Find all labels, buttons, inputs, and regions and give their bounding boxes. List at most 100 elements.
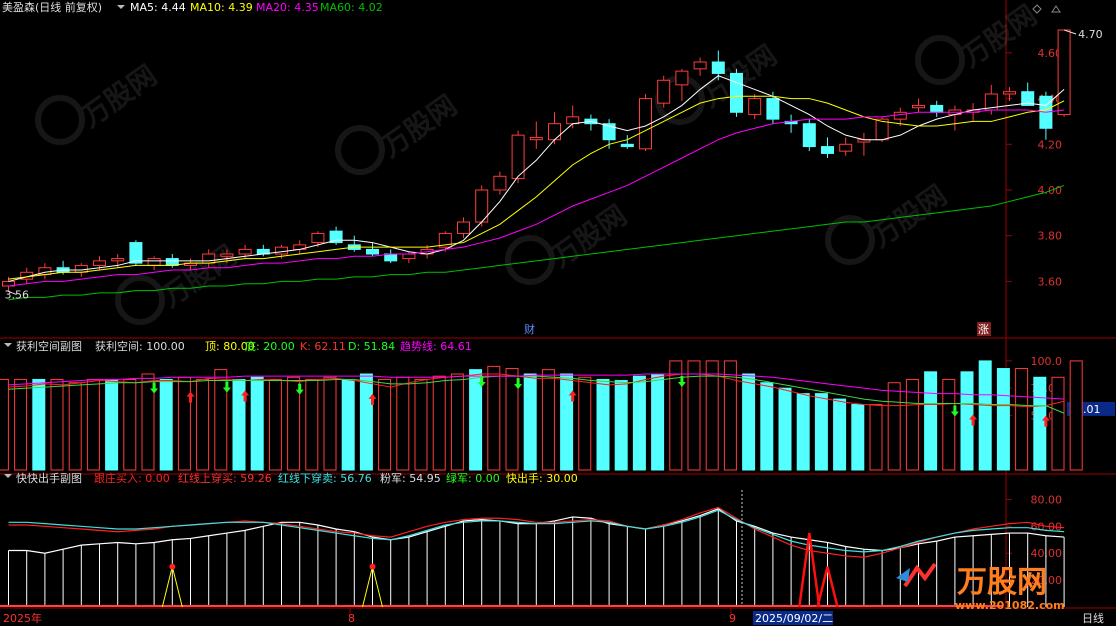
profit-space-bar[interactable] [869,404,883,471]
profit-space-bar[interactable] [469,369,483,471]
profit-space-bar[interactable] [614,380,628,471]
profit-space-bar[interactable] [578,376,592,471]
profit-space-bar[interactable] [814,393,828,471]
profit-space-bar[interactable] [32,378,46,471]
profit-space-bar[interactable] [1033,376,1047,471]
profit-space-bar[interactable] [833,398,847,471]
candle[interactable] [748,94,762,120]
candle-body [238,248,252,255]
candle[interactable] [347,235,361,252]
candle[interactable] [147,256,161,270]
candle-body [821,146,834,154]
candle[interactable] [475,185,489,227]
price-tick-label: 4.20 [1038,138,1063,151]
candle[interactable] [784,114,798,133]
candle[interactable] [857,132,871,156]
profit-space-bar[interactable] [742,373,756,471]
candle[interactable] [529,121,543,149]
candle[interactable] [1021,82,1035,106]
candle[interactable] [657,75,671,108]
candle[interactable] [930,100,944,117]
event-marker-zhang: 涨 [978,323,989,336]
diamond-icon[interactable] [1032,4,1042,14]
candle[interactable] [730,68,743,117]
profit-space-bar[interactable] [141,373,155,471]
candle[interactable] [38,263,52,280]
profit-space-bar[interactable] [905,378,919,471]
profit-space-bar[interactable] [541,369,555,471]
profit-space-bar[interactable] [778,387,792,471]
k-value: K: 62.11 [300,340,346,353]
candle[interactable] [511,130,525,184]
profit-space-bar[interactable] [378,378,392,471]
candle[interactable] [693,57,707,76]
profit-space-bar[interactable] [760,382,774,471]
profit-space-bar[interactable] [359,373,373,471]
candle[interactable] [1057,29,1071,117]
profit-space-bar[interactable] [523,373,537,471]
collapse-icon[interactable] [1051,5,1061,13]
profit-space-bar[interactable] [487,365,501,471]
candle[interactable] [639,94,652,152]
profit-space-bar[interactable] [851,404,865,471]
candle[interactable] [802,119,816,152]
profit-space-bar[interactable] [978,360,992,471]
candle[interactable] [1039,91,1053,140]
profit-space-bar[interactable] [942,378,956,471]
profit-space-bar[interactable] [123,378,137,471]
low-marker-label: 3.56 [5,289,30,302]
profit-space-bar[interactable] [414,378,428,471]
profit-space-bar[interactable] [105,378,119,471]
profit-space-bar[interactable] [214,369,228,471]
profit-space-bar[interactable] [196,378,210,471]
profit-space-bar[interactable] [177,376,191,471]
profit-space-bar[interactable] [432,375,446,471]
stock-chart[interactable]: 万股网万股网万股网万股网万股网万股网万股网4.604.404.204.003.8… [0,0,1116,626]
profit-space-bar[interactable] [86,378,100,471]
profit-space-bar[interactable] [159,378,173,471]
candle[interactable] [457,217,470,238]
candle[interactable] [566,105,580,129]
candle[interactable] [493,171,507,195]
profit-space-bar[interactable] [1069,360,1083,471]
profit-space-bar[interactable] [0,378,9,471]
profit-space-bar[interactable] [705,360,719,471]
profit-space-bar[interactable] [50,378,64,471]
profit-space-bar[interactable] [68,382,82,471]
profit-space-bar[interactable] [250,376,264,471]
candle[interactable] [384,249,398,264]
candle[interactable] [839,137,853,156]
profit-space-bar[interactable] [924,371,938,471]
profit-space-bar[interactable] [305,378,319,471]
profit-space-bar[interactable] [651,373,665,471]
profit-space-bar[interactable] [396,376,410,471]
profit-space-bar[interactable] [450,373,464,471]
profit-space-bar[interactable] [560,373,574,471]
chevron-down-icon[interactable] [4,474,12,478]
profit-space-bars [0,360,1083,471]
chevron-down-icon[interactable] [4,343,12,347]
profit-space-bar[interactable] [505,368,519,471]
profit-space-bar[interactable] [996,368,1010,471]
profit-space-bar[interactable] [268,378,282,471]
candle[interactable] [675,68,689,101]
profit-space-bar[interactable] [323,376,337,471]
candle[interactable] [293,240,307,254]
profit-space-bar[interactable] [887,382,901,471]
candle[interactable] [821,137,834,158]
candle[interactable] [1003,87,1016,101]
candle[interactable] [912,98,925,113]
candle[interactable] [329,226,343,245]
profit-space-bar[interactable] [341,378,355,471]
candle[interactable] [948,105,962,131]
profit-space-bar[interactable] [1051,376,1065,471]
profit-space-bar[interactable] [796,393,810,471]
time-axis-year: 2025年 [3,611,42,625]
candle[interactable] [366,242,379,257]
profit-space-bar[interactable] [632,375,646,471]
chevron-down-icon[interactable] [117,5,125,9]
profit-space-bar[interactable] [14,378,28,471]
profit-space-bar[interactable] [960,371,974,471]
profit-space-bar[interactable] [596,378,610,471]
profit-space-bar[interactable] [1015,368,1029,471]
